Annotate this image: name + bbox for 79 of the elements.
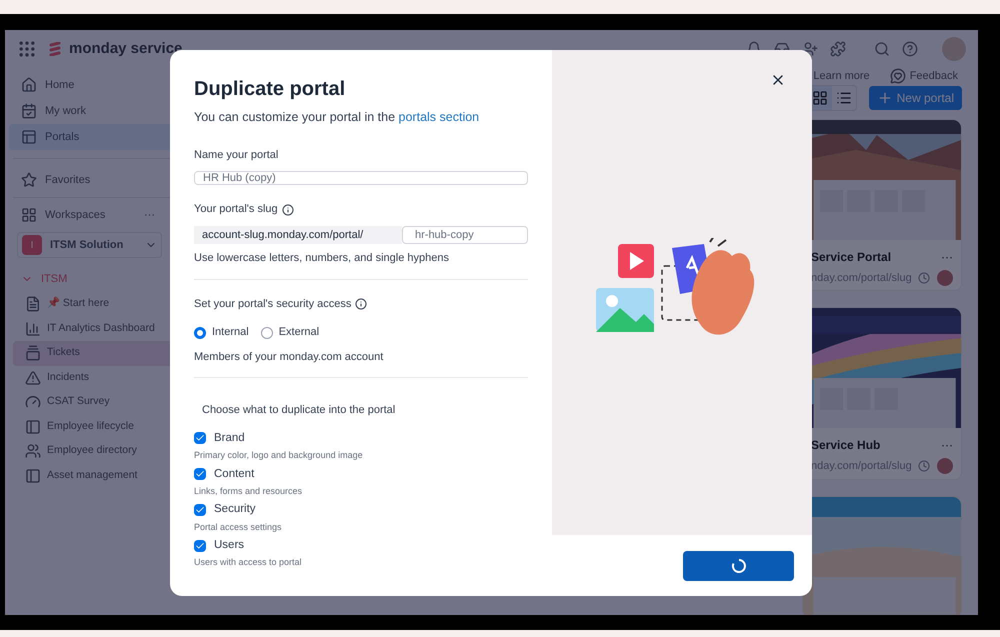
field-hint: Members of your monday.com account [194,350,384,365]
radio-option[interactable]: External [260,324,320,341]
sidebar-item[interactable]: My work [9,98,191,124]
field-label: Set your portal's security access [194,296,352,312]
sidebar-item[interactable]: Incidents [13,366,191,390]
field-hint: Use lowercase letters, numbers, and single hyphens [194,251,450,266]
info-icon[interactable] [355,298,368,310]
field-label: Name your portal [194,148,280,163]
sidebar-item[interactable]: Employee lifecycle [13,414,191,439]
sidebar-item[interactable]: Asset management [13,464,191,488]
star-icon [21,172,37,188]
clock-icon [918,272,930,284]
invite-icon[interactable] [802,41,818,57]
avatar [937,270,953,286]
feedback-button[interactable]: Feedback [890,68,958,84]
checkbox-option[interactable]: Content [194,466,528,483]
learn-more-link[interactable]: Learn more [813,68,870,84]
window-icon [21,129,37,145]
people-icon [25,443,41,460]
more-button[interactable]: ··· [941,436,953,454]
slug-field[interactable]: hr-hub-copy [402,226,528,244]
panel-icon [25,468,41,484]
folder-item[interactable]: ITSM [5,266,195,292]
calendar-icon [21,103,37,119]
document-icon [25,296,41,312]
stack-icon [25,345,41,362]
brand-name: monday service [69,38,182,59]
section-title: Workspaces [45,208,106,223]
info-icon[interactable] [282,204,294,216]
search-icon[interactable] [874,41,890,57]
apps-icon[interactable] [17,39,37,59]
checkbox-option[interactable]: Users [194,537,528,554]
chart-icon [25,320,41,337]
option-hint: Portal access settings [194,520,283,534]
warning-icon [25,370,41,386]
portal-url: nday.com/portal/slug [811,459,912,474]
avatar [937,458,953,474]
slug-prefix: account-slug.monday.com/portal/ [194,226,402,244]
logo-icon [49,42,61,56]
portal-title: Service Hub [811,437,880,454]
clock-icon [918,460,930,472]
sidebar-item[interactable]: Employee directory [13,439,191,464]
portal-title: Service Portal [811,248,892,266]
option-hint: Primary color, logo and background image [194,449,364,462]
sidebar-item[interactable]: CSAT Survey [13,390,191,414]
workspace-badge: I [22,235,42,255]
dialog-title: Duplicate portal [194,77,346,102]
dialog-subtitle: You can customize your portal in the portals section [194,109,480,126]
sidebar-item[interactable]: 📌 Start here [13,292,191,316]
panel-icon [25,418,41,435]
sidebar-item[interactable]: IT Analytics Dashboard [13,316,191,341]
portal-url: nday.com/portal/slug [811,270,912,286]
sidebar-item[interactable]: Home [9,72,191,98]
home-icon [21,77,37,93]
portals-link[interactable]: portals section [398,110,480,124]
checkbox-option[interactable]: Brand [194,430,528,447]
workspace-dropdown[interactable]: I ITSM Solution [17,232,162,258]
section-label: Choose what to duplicate into the portal [202,403,396,418]
workspace-name: ITSM Solution [50,238,124,253]
spinner-icon [730,558,746,574]
radio-option[interactable]: Internal [194,324,249,341]
list-icon [836,90,852,106]
more-button[interactable]: ··· [144,206,155,224]
option-hint: Users with access to portal [194,556,303,570]
portal-name-field[interactable]: HR Hub (copy) [194,171,528,186]
puzzle-icon[interactable] [830,41,846,57]
sidebar-item[interactable]: Favorites [5,167,195,193]
field-label: Your portal's slug [194,202,278,218]
more-button[interactable]: ··· [941,248,953,266]
checkbox-option[interactable]: Security [194,501,528,518]
submit-button[interactable] [683,550,794,580]
help-icon[interactable] [902,41,918,57]
feedback-icon [890,68,906,84]
option-hint: Links, forms and resources [194,484,304,498]
new-portal-button[interactable]: New portal [868,86,962,110]
gauge-icon [25,394,41,410]
grid-icon [21,207,37,223]
grid-icon [812,90,828,106]
plus-icon [876,90,893,106]
